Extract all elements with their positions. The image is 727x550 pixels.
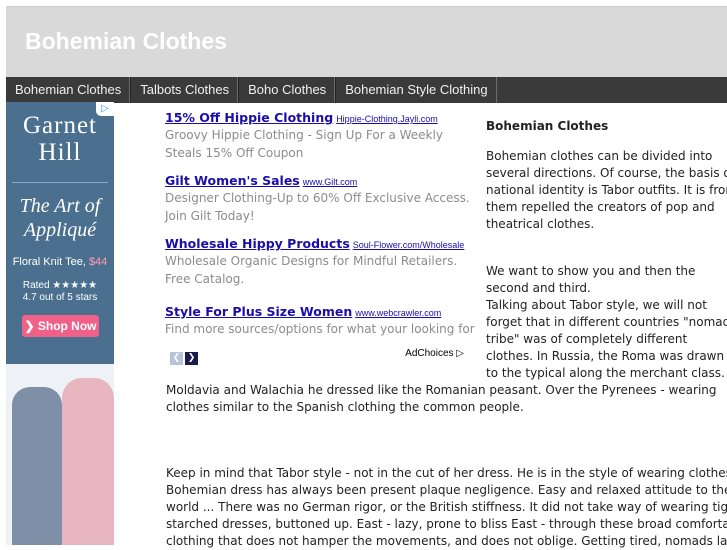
text-line: Talking about Tabor style, we will not — [486, 298, 707, 312]
ad-url-link[interactable]: Hippie-Clothing.Jayli.com — [336, 114, 438, 124]
text-ads: 15% Off Hippie Clothing Hippie-Clothing.J… — [165, 108, 475, 347]
text-line: We want to show you and then the — [486, 264, 696, 278]
ad-description: Groovy Hippie Clothing - Sign Up For a W… — [165, 126, 465, 162]
banner-ad[interactable]: ▷ Garnet Hill The Art of Appliqué Floral… — [6, 102, 114, 545]
banner-product-name: Floral Knit Tee, — [12, 256, 86, 268]
ad-url-link[interactable]: www.webcrawler.com — [355, 308, 441, 318]
ad-title-link[interactable]: Gilt Women's Sales — [165, 173, 300, 188]
article-heading: Bohemian Clothes — [486, 119, 609, 133]
banner-price: $44 — [88, 256, 108, 268]
text-line: theatrical clothes. — [486, 217, 595, 231]
banner-rating-line1: Rated ★★★★★ — [22, 280, 98, 291]
text-ad: Wholesale Hippy Products Soul-Flower.com/… — [165, 234, 465, 288]
ad-title-link[interactable]: Wholesale Hippy Products — [165, 236, 350, 251]
nav-item-talbots-clothes[interactable]: Talbots Clothes — [130, 77, 239, 103]
banner-headline: The Art of Appliqué — [6, 194, 114, 242]
banner-rating: Rated ★★★★★ 4.7 out of 5 stars — [6, 280, 114, 304]
text-line: clothes. In Russia, the Roma was drawn — [486, 349, 725, 363]
text-line: Keep in mind that Tabor style - not in t… — [166, 466, 727, 480]
text-line: clothes similar to the Spanish clothing … — [166, 400, 524, 414]
ad-desc-line: Designer Clothing-Up to 60% Off Exclusiv… — [165, 191, 470, 205]
ad-url-link[interactable]: Soul-Flower.com/Wholesale — [353, 240, 465, 250]
ad-desc-line: Wholesale Organic Designs for Mindful Re… — [165, 254, 458, 268]
nav-item-bohemian-style-clothing[interactable]: Bohemian Style Clothing — [335, 77, 497, 103]
ad-url-link[interactable]: www.Gilt.com — [303, 177, 358, 187]
ad-description: Wholesale Organic Designs for Mindful Re… — [165, 252, 465, 288]
adchoices-link[interactable]: AdChoices ▷ — [405, 348, 464, 359]
site-header: Bohemian Clothes — [6, 6, 727, 77]
article-paragraph-continued: Moldavia and Walachia he dressed like th… — [166, 382, 727, 416]
banner-headline-line1: The Art of — [19, 195, 101, 217]
nav-item-boho-clothes[interactable]: Boho Clothes — [238, 77, 336, 103]
article-paragraph: We want to show you and then the second … — [486, 263, 727, 382]
text-ad: Style For Plus Size Women www.webcrawler.… — [165, 302, 475, 338]
ad-navigation: ❮ ❯ AdChoices ▷ — [170, 348, 468, 365]
text-line: them repelled the creators of pop and — [486, 200, 715, 214]
chevron-right-icon[interactable]: ❯ — [185, 352, 198, 365]
shop-now-button[interactable]: ❯ Shop Now — [22, 315, 99, 337]
banner-divider — [12, 182, 108, 183]
ad-desc-line: Groovy Hippie Clothing - Sign Up For a W… — [165, 128, 443, 142]
ad-title-link[interactable]: 15% Off Hippie Clothing — [165, 110, 333, 125]
banner-brand-line1: Garnet — [22, 112, 98, 139]
text-line: Bohemian dress has always been present p… — [166, 483, 727, 497]
ad-desc-line: Join Gilt Today! — [165, 209, 255, 223]
banner-rating-line2: 4.7 out of 5 stars — [22, 292, 98, 303]
ad-title-link[interactable]: Style For Plus Size Women — [165, 304, 352, 319]
text-ad: 15% Off Hippie Clothing Hippie-Clothing.J… — [165, 108, 465, 162]
text-line: second and third. — [486, 281, 591, 295]
text-line: clothing that does not hamper the moveme… — [166, 534, 727, 548]
ad-desc-line: Find more sources/options for what your … — [165, 322, 475, 336]
ad-description: Find more sources/options for what your … — [165, 320, 475, 338]
ad-description: Designer Clothing-Up to 60% Off Exclusiv… — [165, 189, 470, 225]
text-line: forget that in different countries "noma… — [486, 315, 727, 329]
article-paragraph: Keep in mind that Tabor style - not in t… — [166, 465, 727, 550]
text-line: Moldavia and Walachia he dressed like th… — [166, 383, 717, 397]
nav-item-bohemian-clothes[interactable]: Bohemian Clothes — [6, 77, 131, 103]
banner-brand-line2: Hill — [38, 139, 82, 166]
text-line: national identity is Tabor outfits. It i… — [486, 183, 727, 197]
dress-image-blue — [12, 387, 62, 545]
chevron-left-icon[interactable]: ❮ — [170, 352, 183, 365]
text-ad: Gilt Women's Sales www.Gilt.com Designer … — [165, 171, 470, 225]
text-line: Bohemian clothes can be divided into — [486, 149, 713, 163]
text-line: several directions. Of course, the basis… — [486, 166, 727, 180]
text-line: to the typical along the merchant class.… — [486, 366, 727, 380]
banner-headline-line2: Appliqué — [23, 219, 97, 241]
text-line: tribe" was of completely different — [486, 332, 688, 346]
ad-desc-line: Steals 15% Off Coupon — [165, 146, 304, 160]
text-line: starched dresses, buttoned up. East - la… — [166, 517, 727, 531]
dress-image-pink — [62, 378, 114, 545]
banner-brand-logo: Garnet Hill — [6, 112, 114, 166]
ad-desc-line: Free Catalog. — [165, 272, 245, 286]
site-title[interactable]: Bohemian Clothes — [25, 28, 227, 55]
main-nav: Bohemian Clothes Talbots Clothes Boho Cl… — [6, 77, 727, 103]
article-paragraph: Bohemian clothes can be divided into sev… — [486, 148, 727, 233]
article-column: Bohemian Clothes Bohemian clothes can be… — [486, 118, 727, 382]
text-line: world ... There was no German rigor, or … — [166, 500, 727, 514]
banner-product: Floral Knit Tee, $44 — [6, 256, 114, 268]
